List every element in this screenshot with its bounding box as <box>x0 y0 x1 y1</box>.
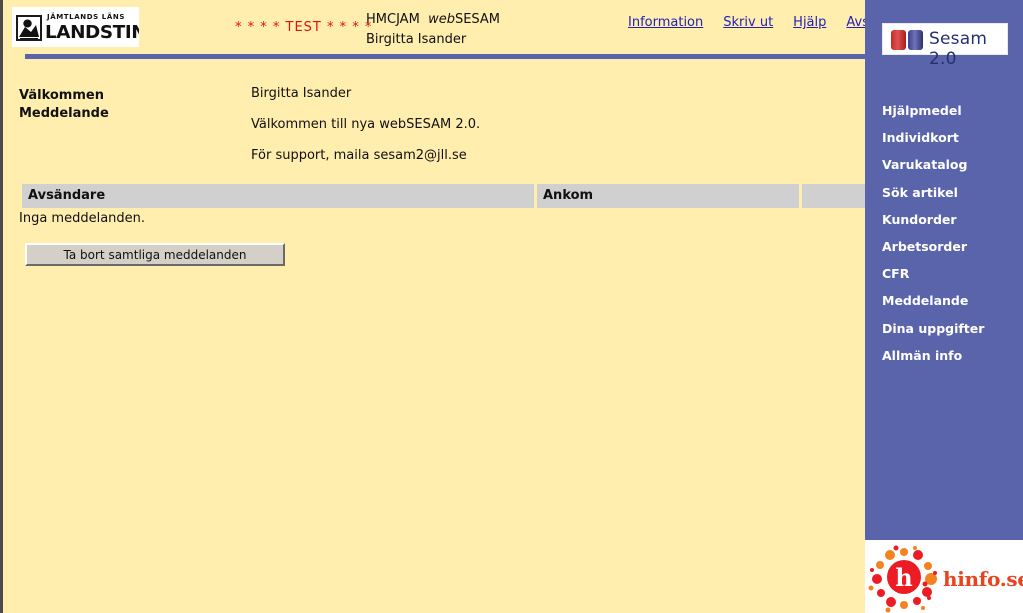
sesam-blue-chip-icon <box>908 30 923 50</box>
svg-text:h: h <box>895 563 912 592</box>
right-sidebar: Sesam 2.0 Hjälpmedel Individkort Varukat… <box>865 0 1023 540</box>
sidebar-item-cfr[interactable]: CFR <box>882 266 1022 281</box>
messages-table: Avsändare Ankom <box>19 184 899 208</box>
logo-line-main: LANDSTING <box>45 22 139 43</box>
sidebar-item-allman-info[interactable]: Allmän info <box>882 348 1022 363</box>
welcome-text: Välkommen till nya webSESAM 2.0. <box>251 117 481 132</box>
page-title-messages: Meddelande <box>19 106 109 121</box>
nav-link-information[interactable]: Information <box>628 15 703 30</box>
hinfo-label: hinfo.se <box>943 567 1023 591</box>
sidebar-item-meddelande[interactable]: Meddelande <box>882 293 1022 308</box>
main-content-region: JÄMTLANDS LÄNS LANDSTING * * * * TEST * … <box>0 0 896 613</box>
welcome-greeting: Birgitta Isander <box>251 86 352 101</box>
empty-state-message: Inga meddelanden. <box>19 211 146 226</box>
sidebar-item-arbetsorder[interactable]: Arbetsorder <box>882 239 1022 254</box>
application-name: HMCJAM webSESAM <box>366 10 500 30</box>
sidebar-item-kundorder[interactable]: Kundorder <box>882 212 1022 227</box>
sidebar-item-individkort[interactable]: Individkort <box>882 130 1022 145</box>
app-name-rest: SESAM <box>454 12 501 27</box>
table-header-row: Avsändare Ankom <box>22 184 896 208</box>
page-title: Välkommen Meddelande <box>19 87 109 123</box>
welcome-message-block: Birgitta Isander Välkommen till nya webS… <box>251 86 480 163</box>
sidebar-item-dina-uppgifter[interactable]: Dina uppgifter <box>882 321 1022 336</box>
delete-all-messages-button[interactable]: Ta bort samtliga meddelanden <box>25 243 285 266</box>
sesam-product-logo: Sesam 2.0 <box>882 23 1008 69</box>
support-text: För support, maila sesam2@jll.se <box>251 148 467 163</box>
hinfo-sunburst-icon: h <box>868 545 937 613</box>
sesam-red-chip-icon <box>891 30 906 50</box>
sidebar-item-hjalpmedel[interactable]: Hjälpmedel <box>882 103 1022 118</box>
column-header-avsandare[interactable]: Avsändare <box>22 184 534 208</box>
session-info: HMCJAM webSESAM Birgitta Isander <box>366 10 500 50</box>
page-title-welcome: Välkommen <box>19 88 104 103</box>
test-environment-banner: * * * * TEST * * * * <box>235 20 373 35</box>
sidebar-item-varukatalog[interactable]: Varukatalog <box>882 157 1022 172</box>
landsting-emblem-icon <box>16 15 42 41</box>
nav-link-skriv-ut[interactable]: Skriv ut <box>723 15 773 30</box>
hinfo-footer-logo[interactable]: h hinfo.se <box>865 540 1023 613</box>
sesam-logo-label: Sesam 2.0 <box>929 29 988 69</box>
logo-line-top: JÄMTLANDS LÄNS <box>47 13 125 21</box>
column-header-ankom[interactable]: Ankom <box>537 184 799 208</box>
nav-link-hjalp[interactable]: Hjälp <box>793 15 826 30</box>
logged-in-user: Birgitta Isander <box>366 32 467 47</box>
unit-code: HMCJAM <box>366 12 420 27</box>
page-header: JÄMTLANDS LÄNS LANDSTING * * * * TEST * … <box>3 0 894 59</box>
sidebar-item-sok-artikel[interactable]: Sök artikel <box>882 185 1022 200</box>
header-divider <box>25 54 868 59</box>
app-name-italic-part: web <box>428 12 455 27</box>
landsting-logo: JÄMTLANDS LÄNS LANDSTING <box>12 7 139 47</box>
header-nav: InformationSkriv utHjälpAvsluta <box>628 11 894 30</box>
sidebar-menu: Hjälpmedel Individkort Varukatalog Sök a… <box>882 103 1022 375</box>
